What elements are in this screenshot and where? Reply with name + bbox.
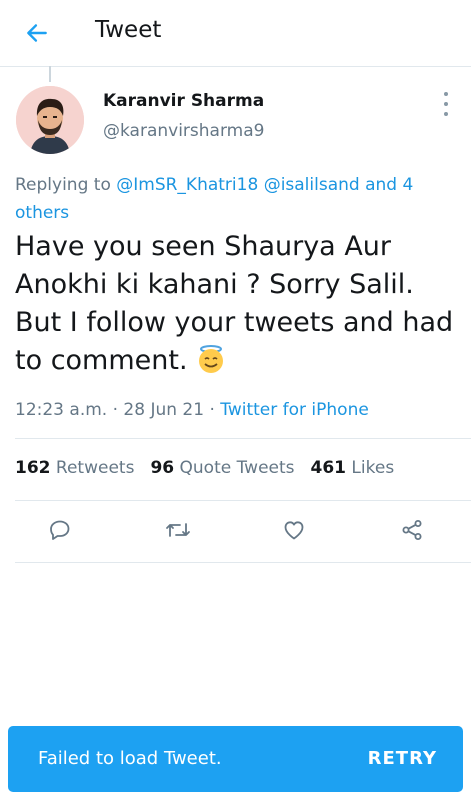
retweet-icon <box>166 523 190 537</box>
tweet-source-link[interactable]: Twitter for iPhone <box>220 400 369 420</box>
avatar-illustration <box>16 86 84 154</box>
mention-link[interactable]: @ImSR_Khatri18 <box>116 175 258 195</box>
more-button[interactable] <box>436 92 456 116</box>
like-icon <box>284 521 304 540</box>
thread-connector <box>49 66 51 82</box>
retry-button[interactable]: RETRY <box>368 748 437 769</box>
likes-stat[interactable]: 461 Likes <box>311 458 395 478</box>
tweet-meta: 12:23 a.m. · 28 Jun 21 · Twitter for iPh… <box>15 400 369 420</box>
divider <box>15 500 471 501</box>
tweet-body: Have you seen Shaurya Aur Anokhi ki kaha… <box>15 228 460 380</box>
share-button[interactable] <box>394 512 430 548</box>
tweet-text: Have you seen Shaurya Aur Anokhi ki kaha… <box>15 231 454 376</box>
retweets-stat[interactable]: 162 Retweets <box>15 458 134 478</box>
author-handle[interactable]: @karanvirsharma9 <box>103 121 264 141</box>
divider <box>15 438 471 439</box>
replying-to-joiner[interactable]: and <box>365 175 397 195</box>
reply-icon <box>50 520 70 540</box>
error-snackbar: Failed to load Tweet. RETRY <box>8 726 463 792</box>
smiling-face-with-halo-icon <box>199 345 224 373</box>
quote-tweets-stat[interactable]: 96 Quote Tweets <box>150 458 294 478</box>
engagement-stats: 162 Retweets 96 Quote Tweets 461 Likes <box>15 458 394 478</box>
top-bar: Tweet <box>0 0 471 67</box>
like-button[interactable] <box>276 512 312 548</box>
author-name[interactable]: Karanvir Sharma <box>103 91 264 111</box>
avatar[interactable] <box>16 86 84 154</box>
tweet-time: 12:23 a.m. <box>15 400 108 420</box>
share-icon <box>402 520 422 540</box>
replying-to: Replying to @ImSR_Khatri18 @isalilsand a… <box>15 171 455 227</box>
back-button[interactable] <box>20 16 54 50</box>
page-title: Tweet <box>95 17 162 43</box>
more-icon <box>444 92 448 96</box>
replying-to-label: Replying to <box>15 175 111 195</box>
retweet-button[interactable] <box>160 512 196 548</box>
action-bar <box>0 512 471 552</box>
back-arrow-icon <box>27 24 47 42</box>
divider <box>15 562 471 563</box>
snackbar-message: Failed to load Tweet. <box>38 748 222 769</box>
tweet-date: 28 Jun 21 <box>123 400 205 420</box>
mention-link[interactable]: @isalilsand <box>264 175 360 195</box>
reply-button[interactable] <box>42 512 78 548</box>
